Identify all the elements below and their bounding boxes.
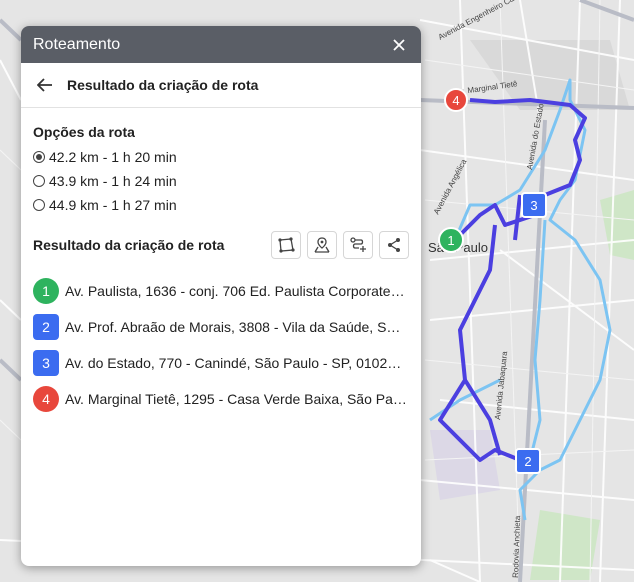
result-title: Resultado da criação de rota bbox=[33, 237, 225, 253]
map-marker-1-label: 1 bbox=[447, 233, 454, 248]
stop-address: Av. Paulista, 1636 - conj. 706 Ed. Pauli… bbox=[65, 283, 407, 299]
route-option-3[interactable]: 44.9 km - 1 h 27 min bbox=[33, 193, 409, 217]
stop-number-badge: 3 bbox=[33, 350, 59, 376]
route-add-icon bbox=[350, 237, 366, 252]
arrow-left-icon bbox=[37, 78, 52, 92]
map-marker-4[interactable]: 4 bbox=[444, 88, 468, 112]
routing-panel: Roteamento Resultado da criação de rota … bbox=[21, 26, 421, 566]
map-pin-button[interactable] bbox=[307, 231, 337, 259]
map-marker-1[interactable]: 1 bbox=[438, 227, 464, 253]
radio-unchecked[interactable] bbox=[33, 199, 45, 211]
share-button[interactable] bbox=[379, 231, 409, 259]
panel-header: Roteamento bbox=[21, 26, 421, 63]
route-option-label: 44.9 km - 1 h 27 min bbox=[49, 197, 177, 213]
share-icon bbox=[388, 238, 400, 252]
sub-header: Resultado da criação de rota bbox=[21, 63, 421, 108]
close-icon bbox=[393, 38, 405, 51]
stop-item[interactable]: 1 Av. Paulista, 1636 - conj. 706 Ed. Pau… bbox=[33, 273, 409, 309]
route-option-label: 42.2 km - 1 h 20 min bbox=[49, 149, 177, 165]
route-options-title: Opções da rota bbox=[33, 124, 135, 140]
toolbar bbox=[271, 231, 409, 259]
stop-item[interactable]: 2 Av. Prof. Abraão de Morais, 3808 - Vil… bbox=[33, 309, 409, 345]
map-marker-3-label: 3 bbox=[530, 198, 537, 213]
map-marker-2-label: 2 bbox=[524, 454, 531, 469]
stop-number-badge: 4 bbox=[33, 386, 59, 412]
sub-title: Resultado da criação de rota bbox=[67, 77, 259, 93]
stop-item[interactable]: 3 Av. do Estado, 770 - Canindé, São Paul… bbox=[33, 345, 409, 381]
stop-item[interactable]: 4 Av. Marginal Tietê, 1295 - Casa Verde … bbox=[33, 381, 409, 417]
radio-checked[interactable] bbox=[33, 151, 45, 163]
route-option-1[interactable]: 42.2 km - 1 h 20 min bbox=[33, 145, 409, 169]
map-marker-2[interactable]: 2 bbox=[515, 448, 541, 474]
route-add-button[interactable] bbox=[343, 231, 373, 259]
route-option-label: 43.9 km - 1 h 24 min bbox=[49, 173, 177, 189]
stop-number-badge: 1 bbox=[33, 278, 59, 304]
panel-title: Roteamento bbox=[33, 35, 121, 53]
map-marker-3[interactable]: 3 bbox=[521, 192, 547, 218]
map-pin-icon bbox=[314, 237, 330, 253]
map-marker-4-label: 4 bbox=[452, 93, 459, 108]
route-option-2[interactable]: 43.9 km - 1 h 24 min bbox=[33, 169, 409, 193]
polygon-route-button[interactable] bbox=[271, 231, 301, 259]
radio-unchecked[interactable] bbox=[33, 175, 45, 187]
polygon-route-icon bbox=[278, 237, 295, 253]
stop-address: Av. Marginal Tietê, 1295 - Casa Verde Ba… bbox=[65, 391, 407, 407]
back-button[interactable] bbox=[37, 75, 57, 95]
close-button[interactable] bbox=[389, 35, 409, 55]
stop-address: Av. Prof. Abraão de Morais, 3808 - Vila … bbox=[65, 319, 407, 335]
stop-number-badge: 2 bbox=[33, 314, 59, 340]
stop-address: Av. do Estado, 770 - Canindé, São Paulo … bbox=[65, 355, 407, 371]
